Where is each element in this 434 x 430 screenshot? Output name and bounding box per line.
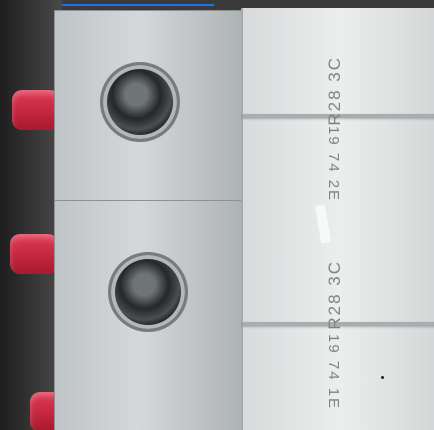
breaker-code-label: 19 74 2E <box>325 126 342 203</box>
left-dark-rail <box>0 0 62 430</box>
breaker-rating-label: R28 3C <box>325 56 344 126</box>
screw-icon <box>100 62 180 142</box>
red-wire-cap <box>10 234 58 274</box>
breaker-upper: R28 3C 19 74 2E <box>241 8 434 222</box>
breaker-rating-label: R28 3C <box>325 260 344 330</box>
breaker-code-label: 19 74 1E <box>325 334 342 411</box>
breaker-lower: R28 3C 19 74 1E <box>241 222 434 430</box>
red-wire-cap <box>12 90 60 130</box>
breaker-photo: R28 3C 19 74 2E R28 3C 19 74 1E <box>0 0 434 430</box>
screw-icon <box>108 252 188 332</box>
small-fleck <box>381 376 384 379</box>
